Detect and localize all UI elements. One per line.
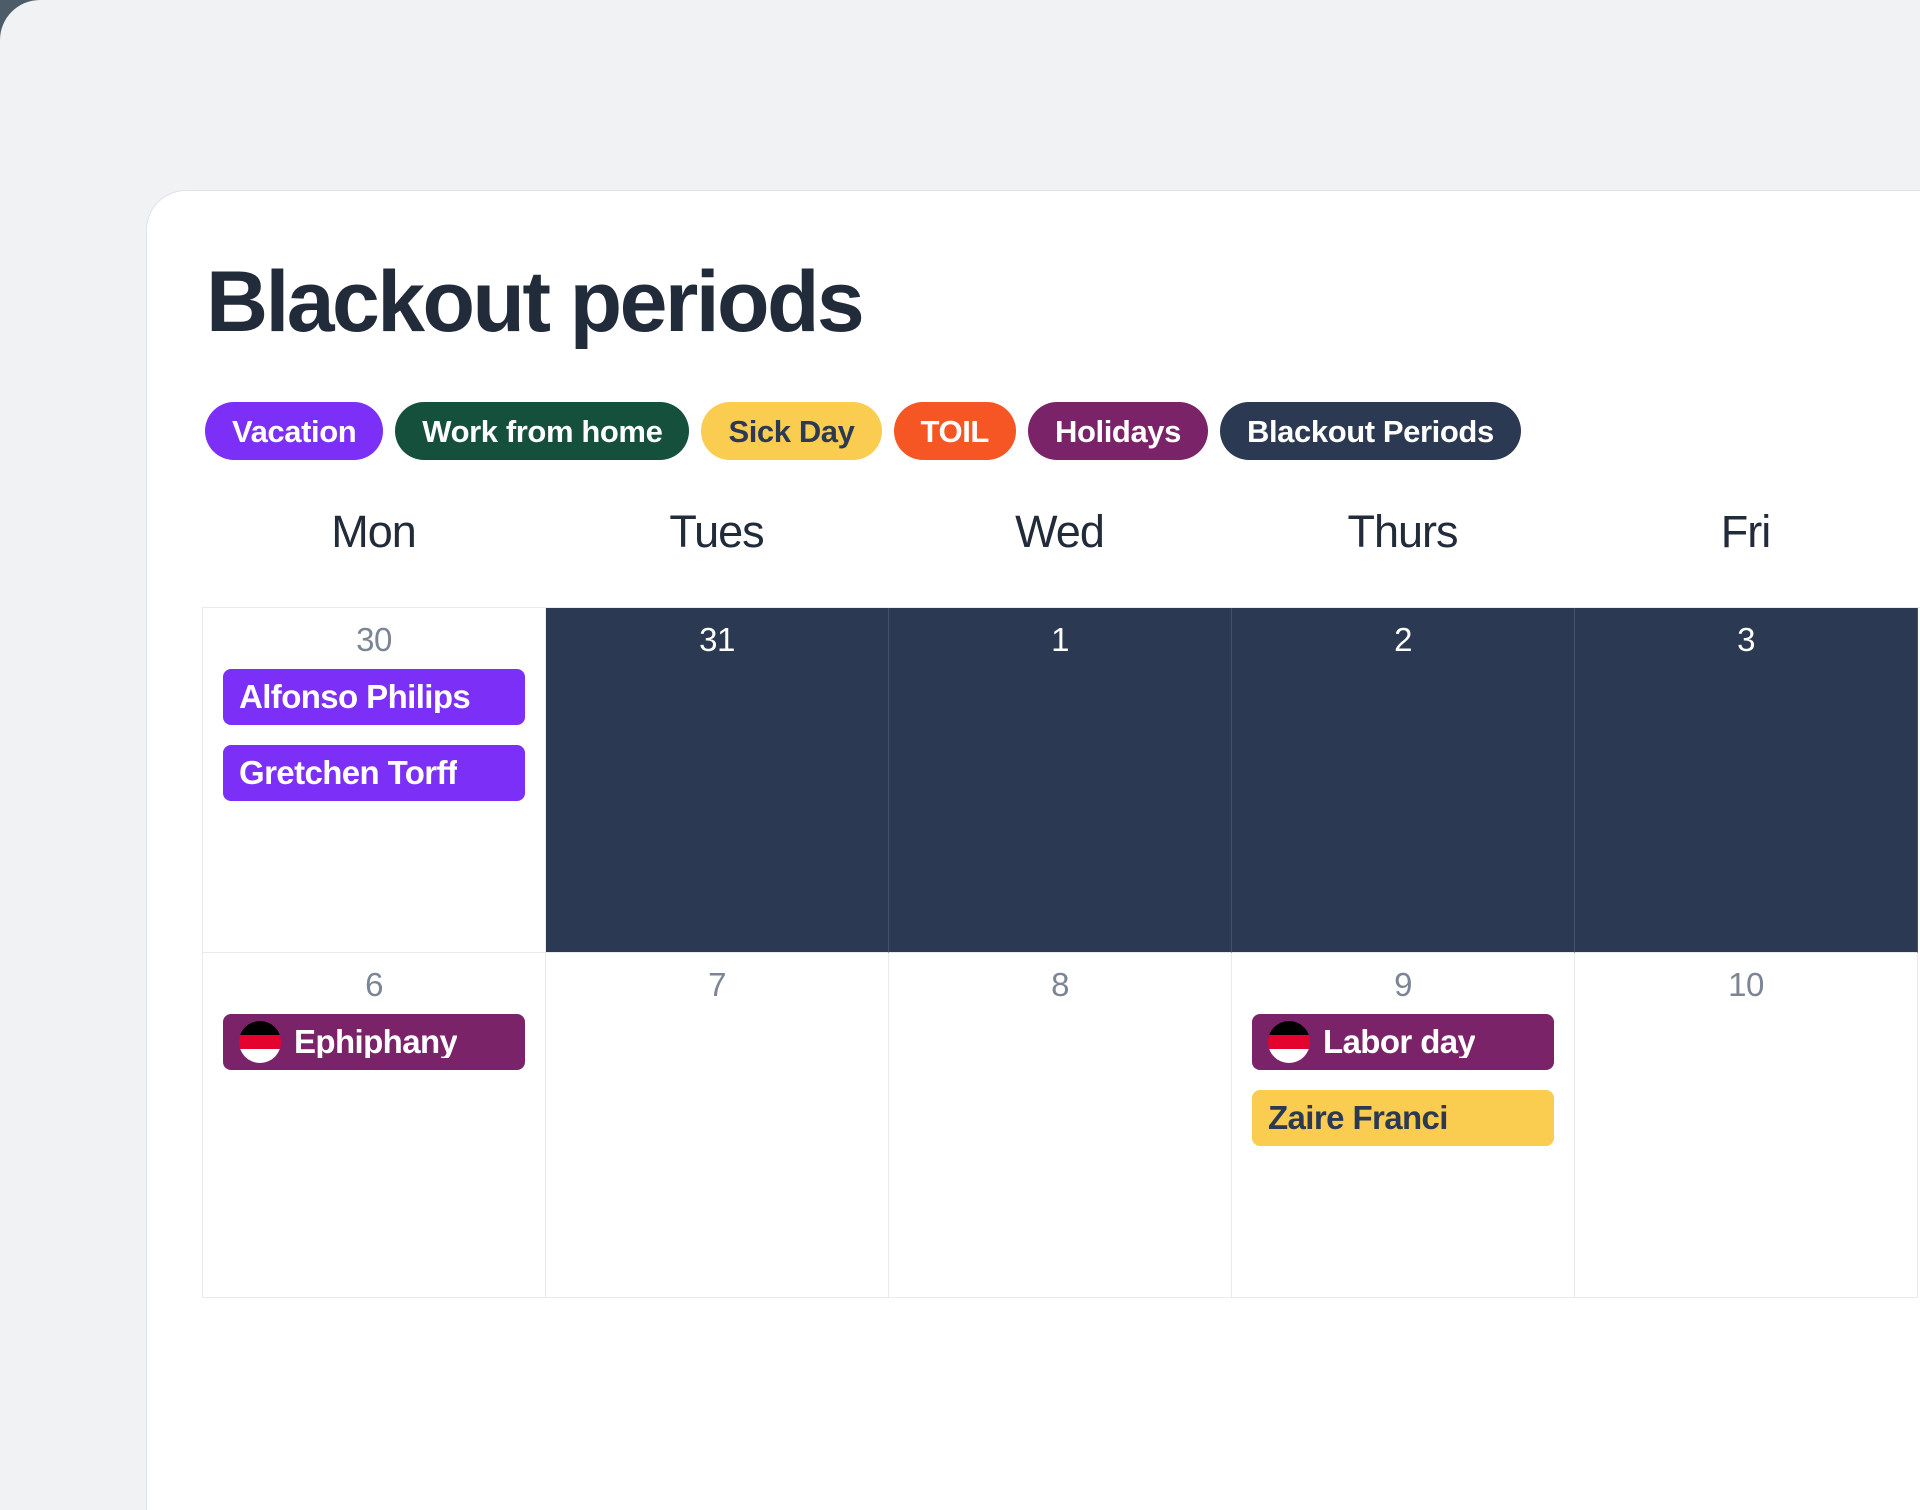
- day-cell-blackout[interactable]: 1: [889, 608, 1232, 953]
- legend-pill-toil[interactable]: TOIL: [893, 402, 1016, 460]
- page-surface: Blackout periods Vacation Work from home S…: [0, 0, 1920, 1510]
- legend-pill-label: Blackout Periods: [1246, 413, 1494, 449]
- legend-pill-label: Holidays: [1054, 413, 1181, 449]
- day-number: 2: [1394, 621, 1412, 658]
- day-number: 3: [1737, 621, 1755, 658]
- day-cell[interactable]: 8: [889, 953, 1232, 1298]
- event-chip-label: Alfonso Philips: [239, 680, 471, 714]
- event-chip-label: Zaire Franci: [1268, 1101, 1448, 1135]
- day-cell-blackout[interactable]: 31: [546, 608, 889, 953]
- day-number: 9: [1394, 966, 1412, 1003]
- day-number: 6: [365, 966, 383, 1003]
- day-cell-blackout[interactable]: 2: [1232, 608, 1575, 953]
- legend-pill-label: TOIL: [920, 413, 990, 449]
- legend-pill-label: Vacation: [232, 413, 357, 449]
- weekday-header-mon: Mon: [331, 506, 417, 557]
- calendar-week-row: 30 Alfonso Philips Gretchen Torff 31 1 2 3: [203, 608, 1920, 953]
- calendar-grid: 30 Alfonso Philips Gretchen Torff 31 1 2 3 6 Eph…: [202, 607, 1920, 1298]
- event-chip-label: Labor day: [1323, 1025, 1476, 1059]
- weekday-header-tues: Tues: [669, 506, 764, 557]
- event-chip[interactable]: Labor day: [1252, 1013, 1554, 1070]
- legend-pill-label: Sick Day: [728, 413, 855, 449]
- legend-pill-holidays[interactable]: Holidays: [1027, 402, 1208, 460]
- legend-pill-work-from-home[interactable]: Work from home: [395, 402, 690, 460]
- german-flag-icon: [1268, 1020, 1310, 1063]
- day-cell[interactable]: 7: [546, 953, 889, 1298]
- day-cell[interactable]: 6 Ephiphany: [203, 953, 546, 1298]
- event-chip[interactable]: Alfonso Philips: [223, 668, 525, 725]
- calendar-card: Blackout periods Vacation Work from home S…: [146, 190, 1920, 1510]
- day-number: 8: [1051, 966, 1069, 1003]
- legend-bar: Vacation Work from home Sick Day TOIL Holida…: [205, 402, 1521, 460]
- legend-pill-sick-day[interactable]: Sick Day: [701, 402, 882, 460]
- day-cell[interactable]: 10: [1575, 953, 1918, 1298]
- legend-pill-blackout-periods[interactable]: Blackout Periods: [1219, 402, 1521, 460]
- event-chip[interactable]: Gretchen Torff: [223, 744, 525, 801]
- day-cell[interactable]: 30 Alfonso Philips Gretchen Torff: [203, 608, 546, 953]
- weekday-header-wed: Wed: [1015, 506, 1105, 557]
- event-chip[interactable]: Zaire Franci: [1252, 1089, 1554, 1146]
- legend-pill-vacation[interactable]: Vacation: [205, 402, 384, 460]
- day-number: 10: [1728, 966, 1764, 1003]
- day-number: 31: [699, 621, 735, 658]
- day-number: 30: [356, 621, 392, 658]
- day-cell-blackout[interactable]: 3: [1575, 608, 1918, 953]
- calendar-week-row: 6 Ephiphany 7 8 9 Labor day Zaire Franci 10: [203, 953, 1920, 1298]
- weekday-header-row: Mon Tues Wed Thurs Fri: [202, 490, 1920, 574]
- german-flag-icon: [239, 1020, 281, 1063]
- day-number: 7: [708, 966, 726, 1003]
- weekday-header-fri: Fri: [1720, 506, 1771, 557]
- page-title: Blackout periods: [206, 254, 865, 350]
- event-chip-label: Gretchen Torff: [239, 756, 458, 790]
- day-cell[interactable]: 9 Labor day Zaire Franci: [1232, 953, 1575, 1298]
- legend-pill-label: Work from home: [422, 413, 663, 449]
- event-chip[interactable]: Ephiphany: [223, 1013, 525, 1070]
- day-number: 1: [1051, 621, 1069, 658]
- event-chip-label: Ephiphany: [294, 1025, 458, 1059]
- weekday-header-thurs: Thurs: [1347, 506, 1458, 557]
